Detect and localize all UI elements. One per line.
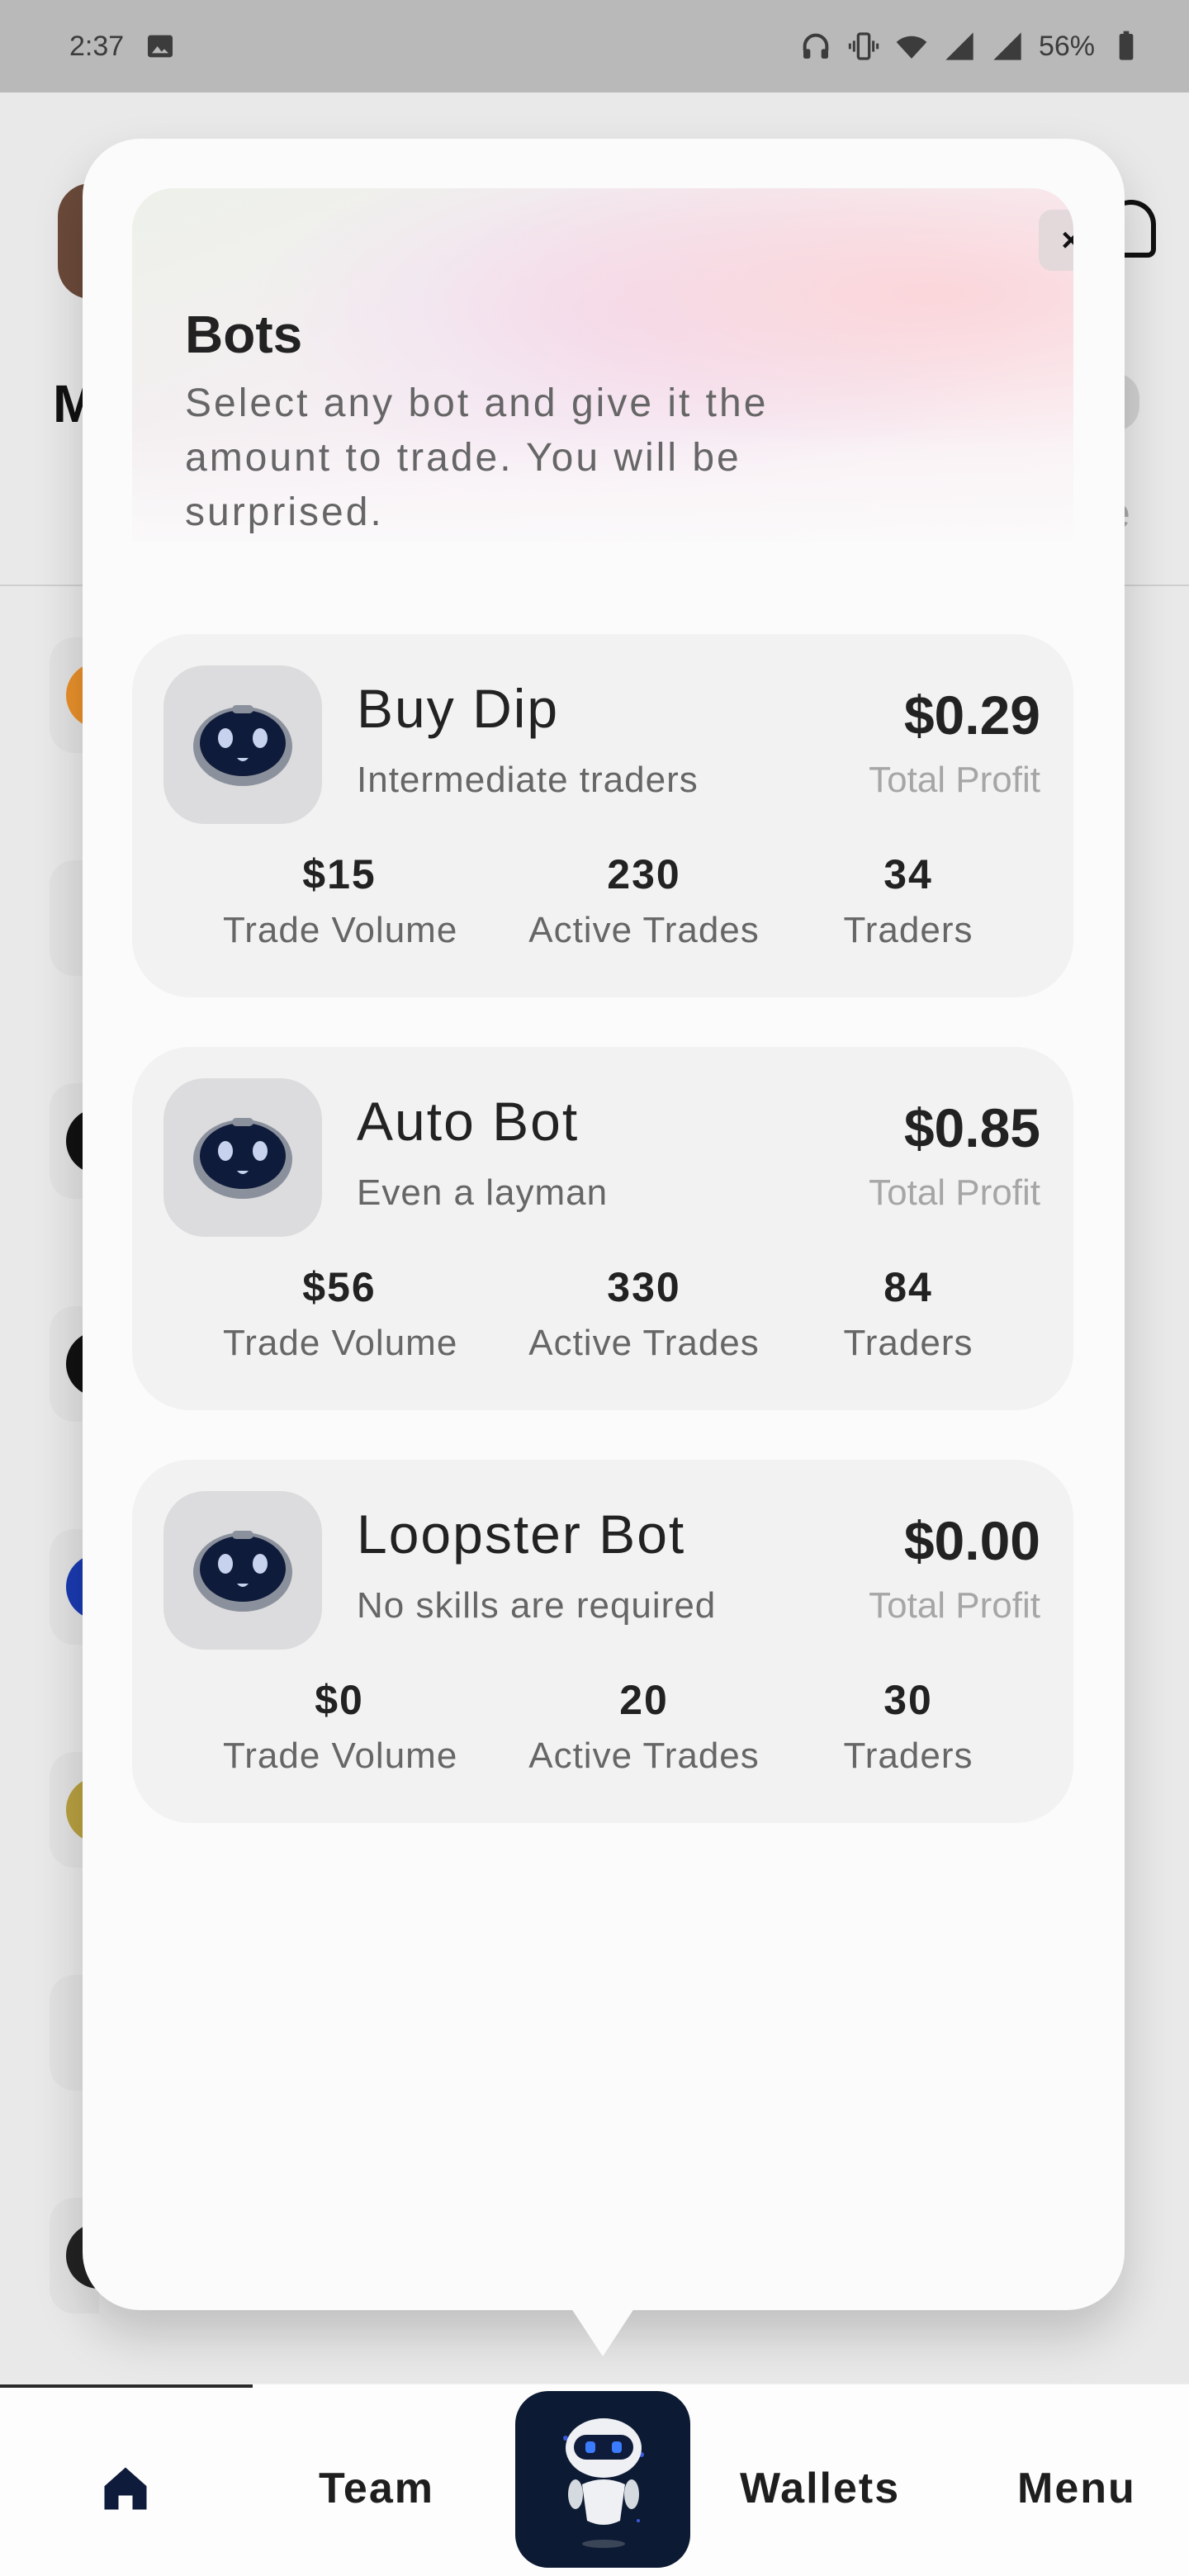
stat-value: $56	[302, 1264, 377, 1310]
stat-value: 330	[607, 1264, 681, 1310]
battery-icon	[1119, 31, 1134, 60]
stat-trade-volume: $15 Trade Volume	[223, 850, 458, 951]
stat-label: Traders	[843, 1735, 973, 1776]
nav-bots-button[interactable]	[515, 2391, 690, 2568]
bot-description: No skills are required	[357, 1585, 717, 1626]
robot-icon	[163, 1078, 322, 1237]
bot-profit-label: Total Profit	[869, 760, 1040, 800]
bot-description: Intermediate traders	[357, 760, 699, 800]
stat-value: 230	[607, 851, 681, 897]
stat-traders: 34 Traders	[817, 850, 999, 951]
stat-traders: 30 Traders	[817, 1676, 999, 1777]
bot-profit: $0.85	[903, 1097, 1040, 1158]
bot-card-auto-bot[interactable]: Auto Bot Even a layman $0.85 Total Profi…	[132, 1047, 1073, 1410]
stat-label: Active Trades	[528, 1735, 760, 1776]
stat-traders: 84 Traders	[817, 1263, 999, 1364]
stat-trade-volume: $56 Trade Volume	[223, 1263, 458, 1364]
modal-header: × Bots Select any bot and give it the am…	[132, 188, 1073, 542]
bot-name: Auto Bot	[357, 1091, 580, 1152]
bot-description: Even a layman	[357, 1172, 609, 1213]
nav-menu[interactable]: Menu	[1017, 2464, 1136, 2513]
robot-icon	[163, 665, 322, 824]
stat-active-trades: 330 Active Trades	[520, 1263, 768, 1364]
bot-card-loopster-bot[interactable]: Loopster Bot No skills are required $0.0…	[132, 1460, 1073, 1823]
stat-label: Trade Volume	[223, 1735, 458, 1776]
modal-title: Bots	[185, 305, 303, 364]
nav-wallets[interactable]: Wallets	[740, 2464, 900, 2513]
bot-profit-label: Total Profit	[869, 1585, 1040, 1626]
stat-value: $0	[315, 1677, 364, 1723]
bot-profit: $0.00	[903, 1510, 1040, 1571]
close-icon: ×	[1061, 221, 1073, 258]
stat-active-trades: 20 Active Trades	[520, 1676, 768, 1777]
stat-value: 30	[883, 1677, 933, 1723]
stat-label: Trade Volume	[223, 1323, 458, 1363]
vibrate-icon	[848, 32, 879, 60]
stat-value: 34	[883, 851, 933, 897]
home-icon[interactable]	[97, 2460, 154, 2517]
nav-active-indicator	[0, 2384, 253, 2388]
bot-profit-label: Total Profit	[869, 1172, 1040, 1213]
bottom-nav: Team Wallets Menu	[0, 2384, 1189, 2576]
status-time: 2:37	[69, 30, 125, 62]
stat-trade-volume: $0 Trade Volume	[223, 1676, 458, 1777]
wifi-icon	[896, 36, 927, 59]
stat-label: Trade Volume	[223, 910, 458, 950]
stat-label: Traders	[843, 910, 973, 950]
modal-subtitle: Select any bot and give it the amount to…	[185, 381, 769, 534]
image-icon	[148, 35, 173, 58]
bot-name: Buy Dip	[357, 678, 560, 739]
stat-value: $15	[302, 851, 377, 897]
headphones-icon	[803, 33, 829, 59]
stat-label: Traders	[843, 1323, 973, 1363]
battery-percent: 56%	[1038, 30, 1095, 62]
stat-value: 84	[883, 1264, 933, 1310]
bot-card-buy-dip[interactable]: Buy Dip Intermediate traders $0.29 Total…	[132, 634, 1073, 997]
bots-modal: × Bots Select any bot and give it the am…	[83, 139, 1125, 2310]
bot-profit: $0.29	[903, 684, 1040, 746]
stat-value: 20	[619, 1677, 669, 1723]
signal-icon	[993, 32, 1021, 60]
robot-icon	[163, 1491, 322, 1650]
stat-label: Active Trades	[528, 910, 760, 950]
nav-team[interactable]: Team	[319, 2464, 434, 2513]
bot-name: Loopster Bot	[357, 1503, 686, 1565]
signal-icon	[945, 32, 973, 60]
status-bar: 2:37 56%	[0, 0, 1189, 92]
stat-active-trades: 230 Active Trades	[520, 850, 768, 951]
status-bar-right: 56%	[799, 30, 1143, 63]
status-bar-left: 2:37	[69, 30, 177, 63]
stat-label: Active Trades	[528, 1323, 760, 1363]
robot-icon	[563, 2418, 644, 2548]
close-button[interactable]: ×	[1039, 210, 1073, 271]
